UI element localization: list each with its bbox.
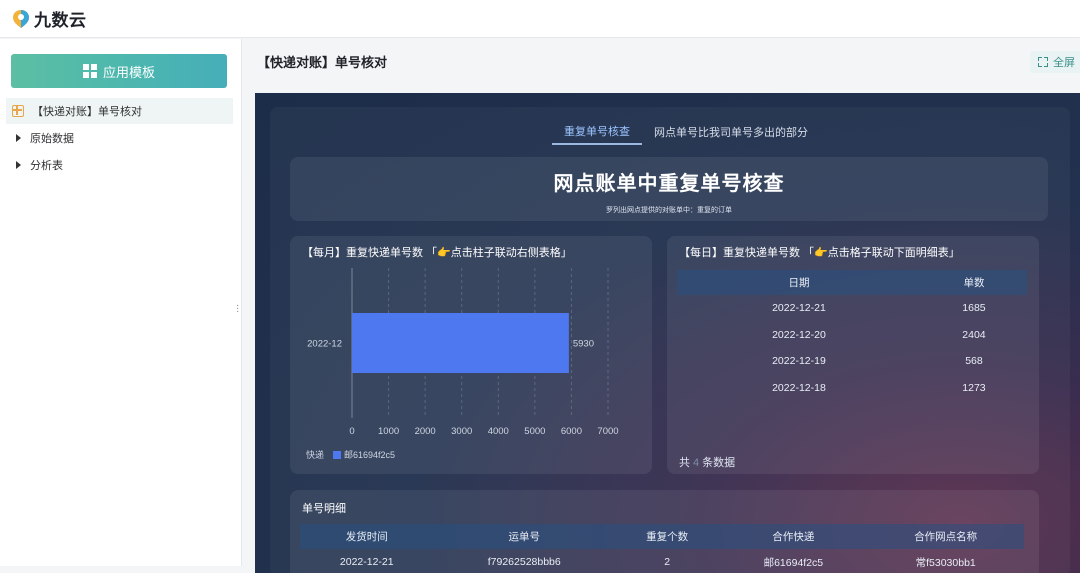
- table-row[interactable]: 2022-12-19 568: [677, 348, 1027, 375]
- table-cell[interactable]: 1273: [921, 375, 1027, 402]
- column-header-date[interactable]: 日期: [677, 270, 921, 295]
- x-tick-label: 5000: [524, 426, 545, 437]
- table-cell[interactable]: 2022-12-21: [677, 295, 921, 322]
- table-icon: [12, 105, 24, 117]
- table-cell[interactable]: 常f53030bb1: [867, 549, 1024, 573]
- fullscreen-label: 全屏: [1053, 57, 1075, 69]
- record-count: 共 4 条数据: [679, 454, 735, 470]
- column-header-outlet[interactable]: 合作网点名称: [867, 524, 1024, 549]
- record-count-suffix: 条数据: [702, 457, 736, 469]
- daily-table: 日期 单数 2022-12-21 1685 2022-12-20 2404 20…: [677, 270, 1027, 401]
- y-category-label: 2022-12: [307, 339, 342, 350]
- record-count-prefix: 共: [679, 457, 690, 469]
- column-header-waybill[interactable]: 运单号: [433, 524, 615, 549]
- table-header-row: 日期 单数: [677, 270, 1027, 295]
- caret-right-icon[interactable]: [16, 161, 21, 169]
- table-cell[interactable]: 邮61694f2c5: [719, 549, 867, 573]
- table-cell[interactable]: 2404: [921, 322, 1027, 349]
- table-cell[interactable]: f79262528bbb6: [434, 549, 615, 573]
- dashboard-title: 网点账单中重复单号核查: [553, 173, 785, 195]
- logo-text[interactable]: 九数云: [34, 6, 87, 31]
- detail-table-title: 单号明细: [302, 503, 346, 515]
- expand-icon: [1038, 57, 1048, 67]
- table-cell[interactable]: 1685: [921, 295, 1027, 322]
- sidebar-item-label: 原始数据: [30, 133, 74, 145]
- bar-value-label: 5930: [573, 339, 594, 350]
- column-header-ship-time[interactable]: 发货时间: [300, 524, 434, 549]
- top-bar: 九数云: [0, 0, 1080, 38]
- legend-series-label[interactable]: 邮61694f2c5: [344, 448, 395, 461]
- sidebar: 应用模板 【快递对账】单号核对 原始数据 分析表: [0, 39, 242, 566]
- fullscreen-button[interactable]: 全屏: [1030, 51, 1080, 73]
- table-header-row: 发货时间 运单号 重复个数 合作快递 合作网点名称: [300, 524, 1024, 549]
- table-cell[interactable]: 2022-12-20: [677, 322, 921, 349]
- x-tick-label: 3000: [451, 426, 472, 437]
- monthly-chart-card: 【每月】重复快递单号数 「👉点击柱子联动右侧表格」 0 1000 2000 3000 4…: [290, 236, 652, 474]
- dashboard-panel: 重复单号核查 网点单号比我司单号多出的部分 网点账单中重复单号核查 罗列出网点提…: [270, 107, 1070, 573]
- monthly-bar-chart: 0 1000 2000 3000 4000 5000 6000 7000 2022-12 5930: [307, 268, 619, 437]
- detail-table-card: 单号明细 发货时间 运单号 重复个数 合作快递 合作网点名称 2022-12-2…: [290, 490, 1039, 573]
- tab-extra-numbers[interactable]: 网点单号比我司单号多出的部分: [642, 119, 820, 145]
- table-cell[interactable]: 2: [615, 549, 719, 573]
- sidebar-item-label: 分析表: [30, 160, 63, 172]
- logo-icon: [12, 9, 30, 29]
- app-template-button[interactable]: 应用模板: [11, 54, 227, 88]
- tab-duplicate-check[interactable]: 重复单号核查: [552, 119, 642, 145]
- table-cell[interactable]: 2022-12-21: [300, 549, 434, 573]
- table-row[interactable]: 2022-12-20 2404: [677, 322, 1027, 349]
- x-tick-label: 2000: [415, 426, 436, 437]
- dashboard: 重复单号核查 网点单号比我司单号多出的部分 网点账单中重复单号核查 罗列出网点提…: [255, 93, 1080, 573]
- sidebar-item-reconcile[interactable]: 【快递对账】单号核对: [6, 98, 233, 124]
- table-row[interactable]: 2022-12-21 1685: [677, 295, 1027, 322]
- sidebar-resize-handle[interactable]: · · ·: [236, 301, 239, 317]
- x-tick-label: 7000: [597, 426, 618, 437]
- sidebar-item-analysis[interactable]: 分析表: [6, 152, 233, 178]
- daily-table-title: 【每日】重复快递单号数 「👉点击格子联动下面明细表」: [679, 247, 960, 259]
- column-header-courier[interactable]: 合作快递: [719, 524, 868, 549]
- sidebar-item-raw-data[interactable]: 原始数据: [6, 125, 233, 151]
- column-header-dup-count[interactable]: 重复个数: [614, 524, 720, 549]
- main-area: 【快递对账】单号核对 全屏 重复单号核查 网点单号比我司单号多出的部分 网点账单…: [243, 39, 1080, 573]
- table-row[interactable]: 2022-12-18 1273: [677, 375, 1027, 402]
- column-header-count[interactable]: 单数: [920, 270, 1027, 295]
- daily-table-card: 【每日】重复快递单号数 「👉点击格子联动下面明细表」 日期 单数 2022-12…: [667, 236, 1039, 474]
- dashboard-header: 网点账单中重复单号核查 罗列出网点提供的对账单中：重复的订单: [290, 157, 1048, 221]
- record-count-value: 4: [693, 457, 700, 469]
- grid-icon: [82, 64, 97, 78]
- x-tick-label: 0: [349, 426, 354, 437]
- app-template-label: 应用模板: [102, 64, 155, 80]
- legend-swatch[interactable]: [333, 450, 342, 459]
- table-cell[interactable]: 2022-12-19: [677, 348, 921, 375]
- x-tick-label: 6000: [561, 426, 582, 437]
- table-cell[interactable]: 568: [921, 348, 1027, 375]
- table-row[interactable]: 2022-12-21 f79262528bbb6 2 邮61694f2c5 常f…: [300, 549, 1024, 573]
- dashboard-subtitle: 罗列出网点提供的对账单中：重复的订单: [606, 207, 732, 214]
- chart-legend: 快递 邮61694f2c5: [306, 448, 395, 461]
- page-title: 【快递对账】单号核对: [257, 55, 388, 70]
- x-tick-label: 4000: [488, 426, 509, 437]
- bar[interactable]: [352, 313, 569, 373]
- caret-right-icon[interactable]: [16, 134, 21, 142]
- sidebar-item-label: 【快递对账】单号核对: [32, 106, 142, 118]
- legend-title: 快递: [306, 450, 325, 460]
- table-cell[interactable]: 2022-12-18: [677, 375, 921, 402]
- x-tick-label: 1000: [378, 426, 399, 437]
- dashboard-tabs: 重复单号核查 网点单号比我司单号多出的部分: [552, 119, 820, 145]
